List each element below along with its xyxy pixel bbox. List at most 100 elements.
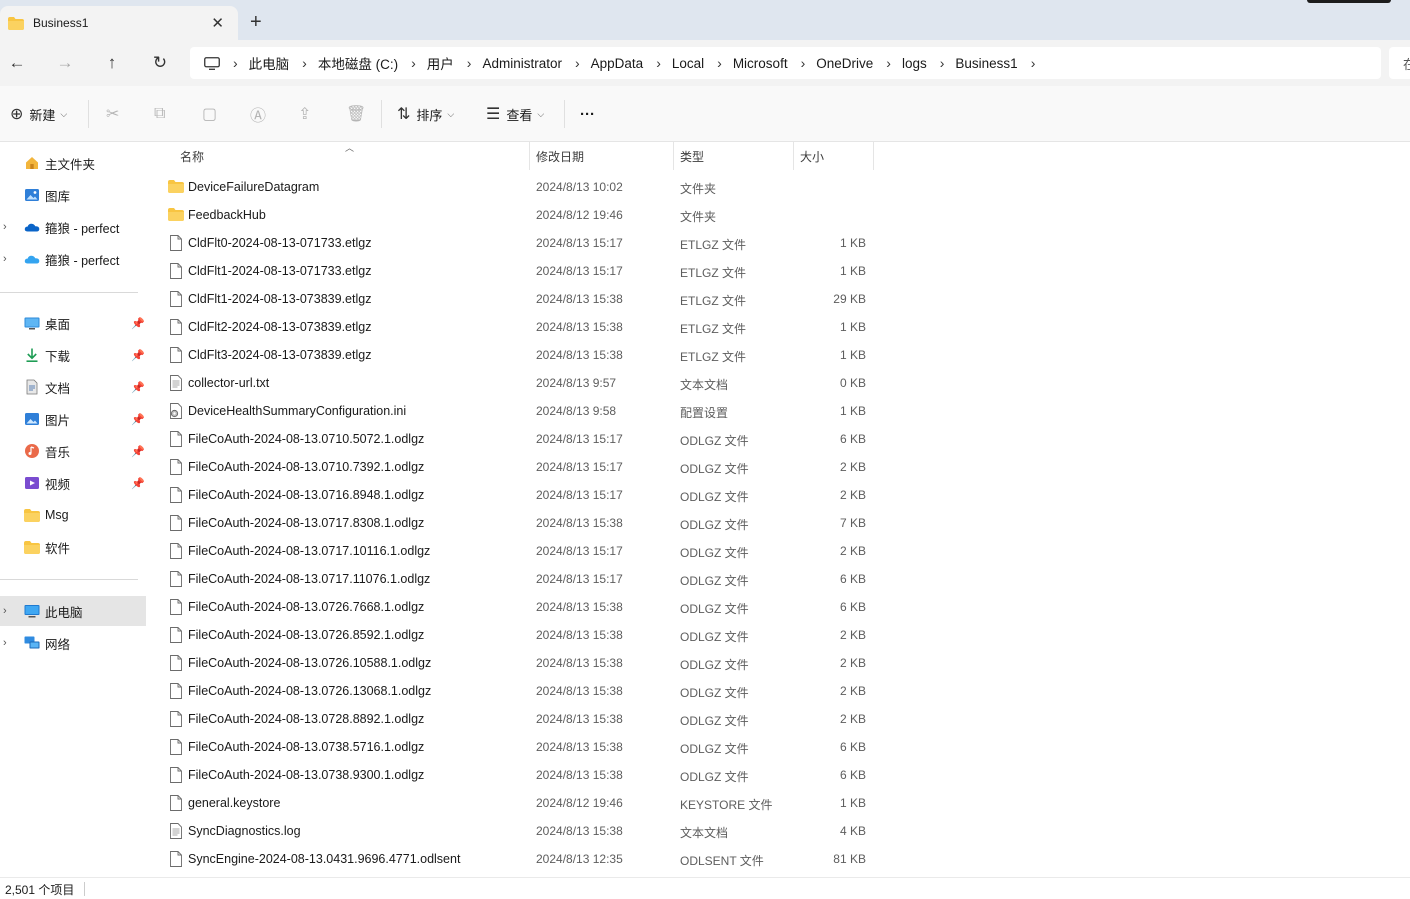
table-row[interactable]: CldFlt3-2024-08-13-073839.etlgz 2024/8/13… <box>148 341 878 369</box>
breadcrumb-item[interactable]: 用户 <box>427 53 454 73</box>
breadcrumb-chevron-icon[interactable]: › <box>233 55 238 71</box>
table-row[interactable]: FileCoAuth-2024-08-13.0717.8308.1.odlgz 2… <box>148 509 878 537</box>
column-divider[interactable] <box>793 142 794 170</box>
address-bar[interactable]: › 此电脑 › 本地磁盘 (C:) › 用户 › Administrator › AppData ›… <box>190 47 1381 79</box>
breadcrumb-item[interactable]: 此电脑 <box>249 53 290 73</box>
breadcrumb-chevron-icon[interactable]: › <box>656 55 661 71</box>
refresh-button[interactable]: ↻ <box>148 51 172 75</box>
sidebar-item[interactable]: › 箍狼 - perfect <box>0 212 146 242</box>
column-header-size[interactable]: 大小 <box>800 142 824 170</box>
pin-icon[interactable]: 📌 <box>131 349 145 362</box>
breadcrumb-chevron-icon[interactable]: › <box>1031 55 1036 71</box>
column-divider[interactable] <box>873 142 874 170</box>
breadcrumb-chevron-icon[interactable]: › <box>717 55 722 71</box>
breadcrumb-item[interactable]: 本地磁盘 (C:) <box>318 53 398 73</box>
table-row[interactable]: FileCoAuth-2024-08-13.0726.8592.1.odlgz 2… <box>148 621 878 649</box>
expand-chevron-icon[interactable]: › <box>3 253 7 265</box>
more-options-button[interactable]: ··· <box>580 102 595 126</box>
breadcrumb-chevron-icon[interactable]: › <box>467 55 472 71</box>
new-button[interactable]: ⊕ 新建 ⌵ <box>10 102 67 126</box>
breadcrumb-chevron-icon[interactable]: › <box>302 55 307 71</box>
sidebar-item[interactable]: › 此电脑 <box>0 596 146 626</box>
table-row[interactable]: FileCoAuth-2024-08-13.0728.8892.1.odlgz 2… <box>148 705 878 733</box>
table-row[interactable]: DeviceHealthSummaryConfiguration.ini 2024… <box>148 397 878 425</box>
table-row[interactable]: FileCoAuth-2024-08-13.0710.5072.1.odlgz 2… <box>148 425 878 453</box>
table-row[interactable]: CldFlt0-2024-08-13-071733.etlgz 2024/8/13… <box>148 229 878 257</box>
table-row[interactable]: FileCoAuth-2024-08-13.0726.13068.1.odlgz… <box>148 677 878 705</box>
paste-button[interactable]: ▢ <box>202 102 223 126</box>
back-button[interactable]: ← <box>5 51 29 75</box>
table-row[interactable]: SyncDiagnostics.log 2024/8/13 15:38 文本文档 4 … <box>148 817 878 845</box>
sidebar-item[interactable]: Msg <box>0 500 146 530</box>
table-row[interactable]: CldFlt1-2024-08-13-073839.etlgz 2024/8/13… <box>148 285 878 313</box>
column-divider[interactable] <box>673 142 674 170</box>
breadcrumb-item[interactable]: Local <box>672 56 704 71</box>
table-row[interactable]: FileCoAuth-2024-08-13.0717.10116.1.odlgz… <box>148 537 878 565</box>
sidebar-item[interactable]: › 网络 <box>0 628 146 658</box>
table-row[interactable]: general.keystore 2024/8/12 19:46 KEYSTORE … <box>148 789 878 817</box>
close-tab-icon[interactable]: ✕ <box>211 14 224 32</box>
breadcrumb-item[interactable]: logs <box>902 56 927 71</box>
table-row[interactable]: CldFlt2-2024-08-13-073839.etlgz 2024/8/13… <box>148 313 878 341</box>
column-header-date[interactable]: 修改日期 <box>536 142 584 170</box>
column-header-type[interactable]: 类型 <box>680 142 704 170</box>
sidebar-item[interactable]: 软件 <box>0 532 146 562</box>
sidebar-item[interactable]: 视频 📌 <box>0 468 146 498</box>
table-row[interactable]: FileCoAuth-2024-08-13.0738.5716.1.odlgz 2… <box>148 733 878 761</box>
breadcrumb-item[interactable]: AppData <box>591 56 644 71</box>
forward-button[interactable]: → <box>53 51 77 75</box>
table-row[interactable]: collector-url.txt 2024/8/13 9:57 文本文档 0 KB <box>148 369 878 397</box>
copy-button[interactable]: ⧉ <box>154 102 171 126</box>
table-row[interactable]: DeviceFailureDatagram 2024/8/13 10:02 文件夹 <box>148 173 878 201</box>
column-header-name[interactable]: 名称 <box>180 142 204 170</box>
table-row[interactable]: FileCoAuth-2024-08-13.0710.7392.1.odlgz 2… <box>148 453 878 481</box>
table-row[interactable]: CldFlt1-2024-08-13-071733.etlgz 2024/8/13… <box>148 257 878 285</box>
expand-chevron-icon[interactable]: › <box>3 637 7 649</box>
pin-icon[interactable]: 📌 <box>131 317 145 330</box>
sidebar-item[interactable]: 图片 📌 <box>0 404 146 434</box>
breadcrumb-chevron-icon[interactable]: › <box>575 55 580 71</box>
breadcrumb-item[interactable]: Administrator <box>482 56 562 71</box>
sidebar-item[interactable]: 文档 📌 <box>0 372 146 402</box>
sidebar-item[interactable]: 桌面 📌 <box>0 308 146 338</box>
sidebar-item[interactable]: 下载 📌 <box>0 340 146 370</box>
sidebar-item[interactable]: 音乐 📌 <box>0 436 146 466</box>
computer-icon[interactable] <box>204 56 220 70</box>
table-row[interactable]: SyncEngine-2024-08-13.0431.9696.4771.odl… <box>148 845 878 873</box>
pin-icon[interactable]: 📌 <box>131 477 145 490</box>
pin-icon[interactable]: 📌 <box>131 413 145 426</box>
rename-button[interactable]: Ⓐ <box>250 102 272 126</box>
table-row[interactable]: FileCoAuth-2024-08-13.0717.11076.1.odlgz… <box>148 565 878 593</box>
breadcrumb-item[interactable]: OneDrive <box>816 56 873 71</box>
sort-arrows-icon: ⇅ <box>397 106 411 123</box>
column-divider[interactable] <box>529 142 530 170</box>
tab-business1[interactable]: Business1 ✕ <box>0 6 238 40</box>
table-row[interactable]: FeedbackHub 2024/8/12 19:46 文件夹 <box>148 201 878 229</box>
share-button[interactable]: ⇪ <box>298 102 317 126</box>
breadcrumb-chevron-icon[interactable]: › <box>411 55 416 71</box>
breadcrumb-chevron-icon[interactable]: › <box>801 55 806 71</box>
table-row[interactable]: FileCoAuth-2024-08-13.0738.9300.1.odlgz 2… <box>148 761 878 789</box>
table-row[interactable]: FileCoAuth-2024-08-13.0726.10588.1.odlgz… <box>148 649 878 677</box>
up-button[interactable]: ↑ <box>100 51 124 75</box>
sidebar-item[interactable]: 图库 <box>0 180 146 210</box>
cut-button[interactable]: ✂ <box>106 102 125 126</box>
table-row[interactable]: FileCoAuth-2024-08-13.0726.7668.1.odlgz 2… <box>148 593 878 621</box>
expand-chevron-icon[interactable]: › <box>3 221 7 233</box>
sidebar-item[interactable]: › 箍狼 - perfect <box>0 244 146 274</box>
search-input[interactable]: 在 <box>1389 47 1410 79</box>
new-tab-button[interactable]: + <box>250 12 262 32</box>
breadcrumb-item[interactable]: Microsoft <box>733 56 788 71</box>
breadcrumb-chevron-icon[interactable]: › <box>886 55 891 71</box>
file-modified-date: 2024/8/13 15:38 <box>536 292 623 306</box>
delete-button[interactable]: 🗑 <box>346 102 372 126</box>
pin-icon[interactable]: 📌 <box>131 445 145 458</box>
sidebar-item[interactable]: 主文件夹 <box>0 148 146 178</box>
pin-icon[interactable]: 📌 <box>131 381 145 394</box>
breadcrumb-item[interactable]: Business1 <box>955 56 1017 71</box>
expand-chevron-icon[interactable]: › <box>3 605 7 617</box>
table-row[interactable]: FileCoAuth-2024-08-13.0716.8948.1.odlgz 2… <box>148 481 878 509</box>
sort-button[interactable]: ⇅ 排序 ⌵ <box>397 102 454 126</box>
view-button[interactable]: ☰ 查看 ⌵ <box>486 102 544 126</box>
breadcrumb-chevron-icon[interactable]: › <box>940 55 945 71</box>
